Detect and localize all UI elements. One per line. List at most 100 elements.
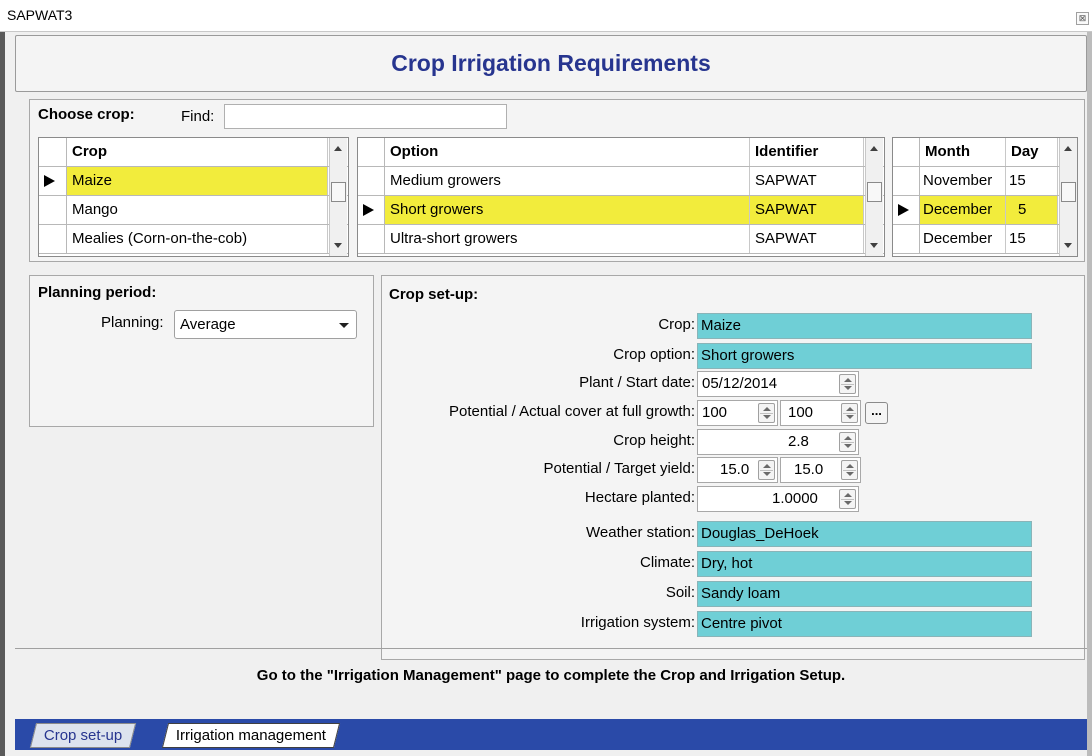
column-header-option[interactable]: Option xyxy=(385,138,750,166)
month-cell[interactable]: November xyxy=(920,167,1006,195)
scroll-thumb[interactable] xyxy=(331,182,346,202)
footer-divider xyxy=(15,648,1087,649)
table-row[interactable]: Short growers SAPWAT xyxy=(358,196,884,225)
choose-crop-label: Choose crop: xyxy=(38,106,135,123)
planning-select-value: Average xyxy=(180,316,236,333)
yield-label: Potential / Target yield: xyxy=(543,460,695,477)
option-grid-header: Option Identifier xyxy=(358,138,884,167)
table-row[interactable]: Medium growers SAPWAT xyxy=(358,167,884,196)
window-title: SAPWAT3 xyxy=(7,7,73,23)
table-row[interactable]: Ultra-short growers SAPWAT xyxy=(358,225,884,254)
crop-height-field[interactable]: 2.8 xyxy=(697,429,859,455)
crop-cell[interactable]: Mango xyxy=(67,196,328,224)
day-cell[interactable]: 15 xyxy=(1006,225,1058,253)
chevron-down-icon[interactable] xyxy=(339,323,349,328)
spinner-icon[interactable] xyxy=(839,432,856,452)
potential-cover-value: 100 xyxy=(702,404,728,421)
tab-irrigation-management-label: Irrigation management xyxy=(175,727,326,744)
spinner-icon[interactable] xyxy=(841,460,858,480)
weather-station-field: Douglas_DeHoek xyxy=(697,521,1032,547)
column-header-day[interactable]: Day xyxy=(1006,138,1058,166)
table-row[interactable]: December 15 xyxy=(893,225,1077,254)
irrigation-system-field: Centre pivot xyxy=(697,611,1032,637)
plant-date-grid[interactable]: Month Day November 15 December 5 Decembe… xyxy=(892,137,1078,257)
crop-cell[interactable]: Mealies (Corn-on-the-cob) xyxy=(67,225,328,253)
crop-setup-title: Crop set-up: xyxy=(389,286,479,303)
find-label: Find: xyxy=(181,108,215,125)
day-cell[interactable]: 5 xyxy=(1006,196,1058,224)
day-cell[interactable]: 15 xyxy=(1006,167,1058,195)
potential-yield-value: 15.0 xyxy=(720,461,750,478)
table-row[interactable]: Mealies (Corn-on-the-cob) xyxy=(39,225,348,254)
tab-crop-setup-label: Crop set-up xyxy=(43,727,123,744)
crop-cell[interactable]: Maize xyxy=(67,167,328,195)
spinner-icon[interactable] xyxy=(841,403,858,423)
window-titlebar: SAPWAT3 ⊠ xyxy=(0,0,1092,32)
scroll-down-icon[interactable] xyxy=(334,243,342,248)
date-grid-header: Month Day xyxy=(893,138,1077,167)
scroll-thumb[interactable] xyxy=(867,182,882,202)
climate-label: Climate: xyxy=(639,554,695,571)
potential-yield-field[interactable]: 15.0 xyxy=(697,457,778,483)
spinner-icon[interactable] xyxy=(839,489,856,509)
soil-field: Sandy loam xyxy=(697,581,1032,607)
scroll-down-icon[interactable] xyxy=(870,243,878,248)
page-tab-bar: Crop set-up Irrigation management xyxy=(15,719,1087,750)
planning-period-title: Planning period: xyxy=(38,284,157,301)
close-icon[interactable]: ⊠ xyxy=(1076,12,1089,25)
page-header: Crop Irrigation Requirements xyxy=(15,35,1087,92)
cover-details-button[interactable]: ... xyxy=(865,402,888,424)
plant-date-field[interactable]: 05/12/2014 xyxy=(697,371,859,397)
crop-option-label: Crop option: xyxy=(613,346,695,363)
cover-label: Potential / Actual cover at full growth: xyxy=(449,403,695,420)
month-cell[interactable]: December xyxy=(920,225,1006,253)
scroll-down-icon[interactable] xyxy=(1064,243,1072,248)
option-cell[interactable]: Short growers xyxy=(385,196,750,224)
irrigation-system-label: Irrigation system: xyxy=(580,614,695,631)
weather-station-label: Weather station: xyxy=(586,524,695,541)
month-cell[interactable]: December xyxy=(920,196,1006,224)
scroll-up-icon[interactable] xyxy=(870,146,878,151)
footer-message: Go to the "Irrigation Management" page t… xyxy=(256,667,846,684)
crop-label: Crop: xyxy=(658,316,695,333)
spinner-icon[interactable] xyxy=(758,460,775,480)
column-header-month[interactable]: Month xyxy=(920,138,1006,166)
crop-height-label: Crop height: xyxy=(613,432,695,449)
table-row[interactable]: Mango xyxy=(39,196,348,225)
target-yield-field[interactable]: 15.0 xyxy=(780,457,861,483)
table-row[interactable]: Maize xyxy=(39,167,348,196)
identifier-cell[interactable]: SAPWAT xyxy=(750,167,864,195)
option-grid-scrollbar[interactable] xyxy=(865,138,883,256)
crop-grid[interactable]: Crop Maize Mango Mealies (Corn-on-the-co… xyxy=(38,137,349,257)
actual-cover-field[interactable]: 100 xyxy=(780,400,861,426)
crop-option-field: Short growers xyxy=(697,343,1032,369)
table-row[interactable]: December 5 xyxy=(893,196,1077,225)
crop-grid-scrollbar[interactable] xyxy=(329,138,347,256)
crop-height-value: 2.8 xyxy=(788,433,809,450)
tab-irrigation-management[interactable]: Irrigation management xyxy=(161,723,341,748)
option-cell[interactable]: Medium growers xyxy=(385,167,750,195)
crop-grid-header: Crop xyxy=(39,138,348,167)
spinner-icon[interactable] xyxy=(758,403,775,423)
table-row[interactable]: November 15 xyxy=(893,167,1077,196)
find-input[interactable] xyxy=(224,104,507,129)
planning-select[interactable]: Average xyxy=(174,310,357,339)
spinner-icon[interactable] xyxy=(839,374,856,394)
tab-crop-setup[interactable]: Crop set-up xyxy=(29,723,137,748)
column-header-identifier[interactable]: Identifier xyxy=(750,138,864,166)
scroll-thumb[interactable] xyxy=(1061,182,1076,202)
scroll-up-icon[interactable] xyxy=(334,146,342,151)
potential-cover-field[interactable]: 100 xyxy=(697,400,778,426)
date-grid-scrollbar[interactable] xyxy=(1059,138,1077,256)
crop-field: Maize xyxy=(697,313,1032,339)
planning-label: Planning: xyxy=(101,314,164,331)
option-grid[interactable]: Option Identifier Medium growers SAPWAT … xyxy=(357,137,885,257)
plant-date-value: 05/12/2014 xyxy=(702,375,778,392)
soil-label: Soil: xyxy=(665,584,695,601)
identifier-cell[interactable]: SAPWAT xyxy=(750,225,864,253)
scroll-up-icon[interactable] xyxy=(1064,146,1072,151)
column-header-crop[interactable]: Crop xyxy=(67,138,328,166)
hectare-field[interactable]: 1.0000 xyxy=(697,486,859,512)
option-cell[interactable]: Ultra-short growers xyxy=(385,225,750,253)
identifier-cell[interactable]: SAPWAT xyxy=(750,196,864,224)
